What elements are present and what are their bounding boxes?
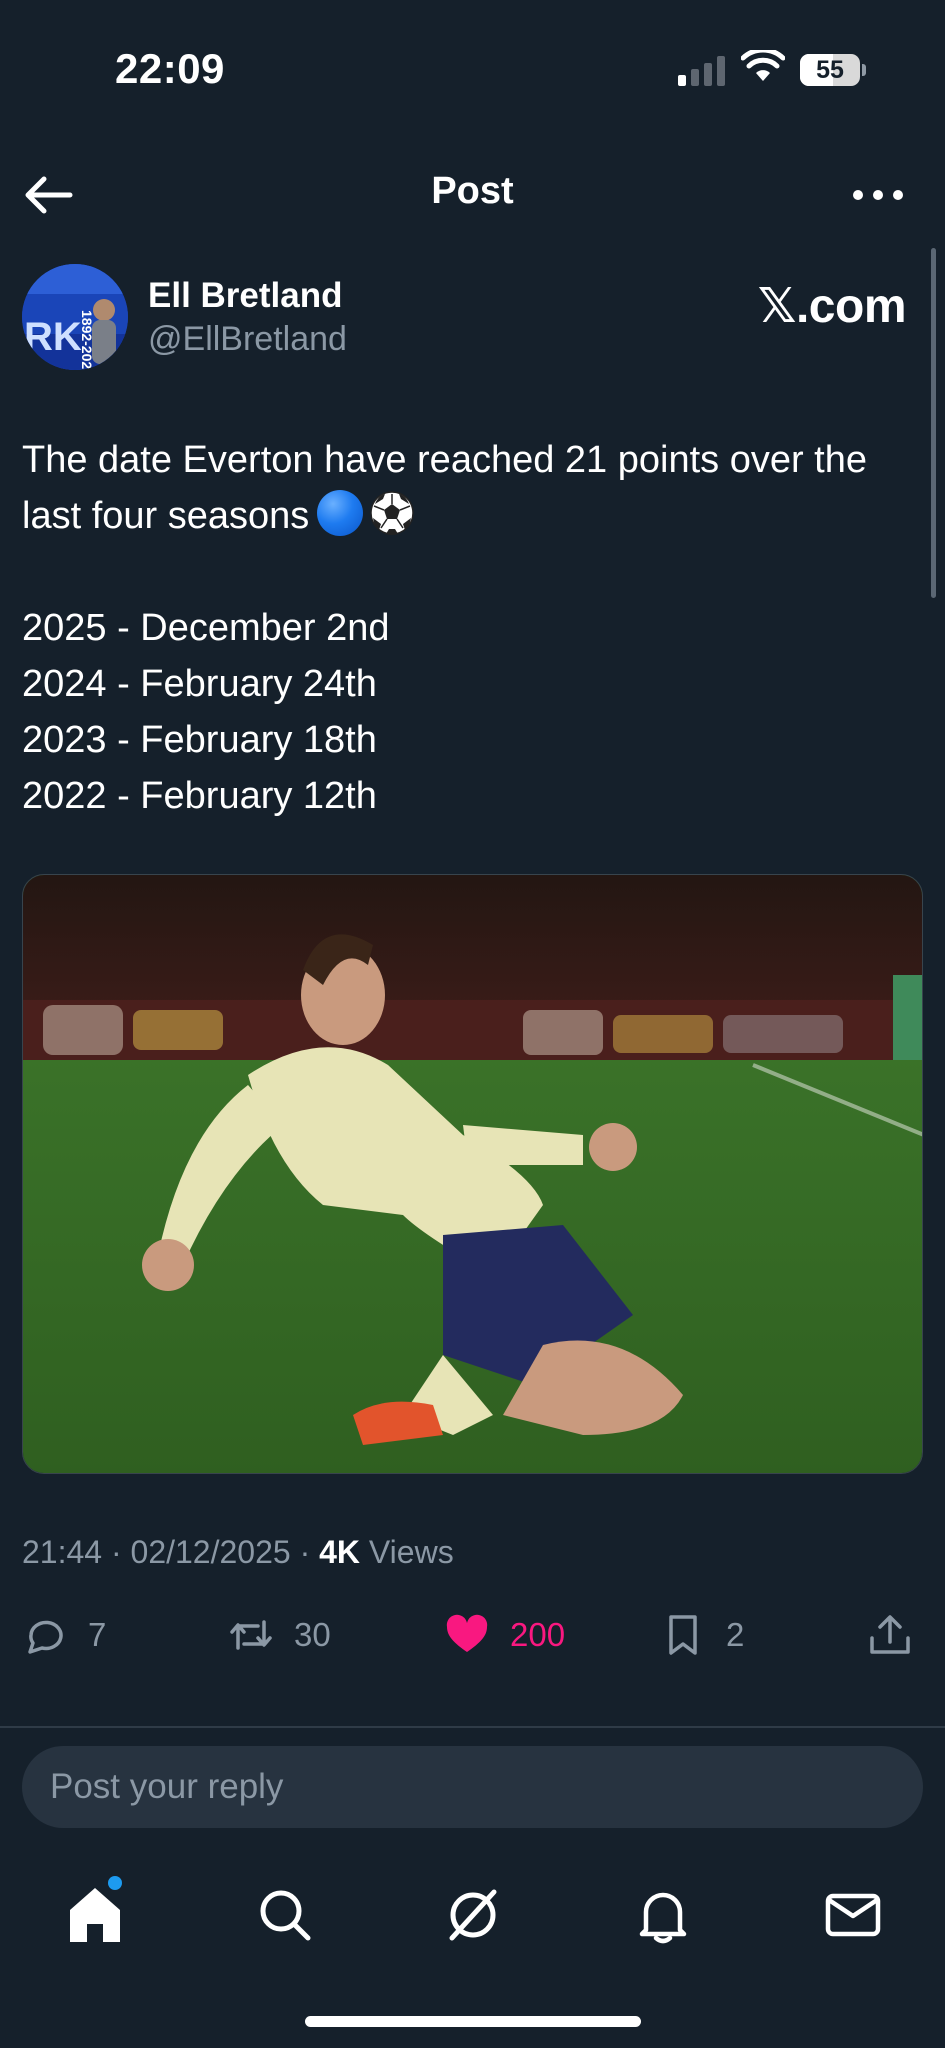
x-watermark: 𝕏.com: [757, 280, 907, 333]
tab-home[interactable]: [60, 1880, 130, 1950]
cellular-signal-icon: [678, 56, 725, 86]
grok-icon: [449, 1889, 497, 1941]
reply-input[interactable]: [50, 1746, 890, 1828]
avatar[interactable]: RK 1892-202: [22, 264, 128, 370]
repost-count: 30: [294, 1616, 331, 1653]
wifi-icon: [741, 50, 785, 81]
post-image[interactable]: [22, 874, 923, 1474]
reply-composer[interactable]: [22, 1746, 923, 1828]
tab-search[interactable]: [250, 1880, 320, 1950]
post-actions: 7 30 200 2: [22, 1605, 923, 1665]
post-list-line: 2023 - February 18th: [22, 719, 377, 761]
post-author: RK 1892-202 Ell Bretland @EllBretland 𝕏.…: [22, 264, 922, 374]
blue-circle-emoji: [317, 490, 364, 536]
divider: [0, 1726, 945, 1728]
soccer-ball-emoji: [370, 491, 415, 535]
post-timestamp: 21:44 · 02/12/2025 · 4K Views: [22, 1534, 454, 1570]
reply-count: 7: [88, 1616, 107, 1653]
post-text-line: last four seasons: [22, 488, 932, 544]
bookmark-icon: [669, 1615, 697, 1655]
tab-grok[interactable]: [438, 1880, 508, 1950]
post-list-line: 2025 - December 2nd: [22, 607, 390, 649]
home-indicator[interactable]: [305, 2016, 641, 2027]
author-handle[interactable]: @EllBretland: [148, 320, 347, 359]
like-count: 200: [510, 1616, 566, 1653]
bookmark-count: 2: [726, 1616, 745, 1653]
views-count: 4K: [319, 1534, 361, 1570]
bookmark-button[interactable]: 2: [660, 1605, 744, 1665]
post-list-line: 2022 - February 12th: [22, 775, 377, 817]
post-text-line: The date Everton have reached 21 points …: [22, 439, 867, 481]
search-icon: [260, 1890, 311, 1941]
repost-icon: [230, 1620, 272, 1650]
reply-bubble-icon: [28, 1620, 63, 1654]
more-options-icon[interactable]: [850, 180, 906, 210]
post-time: 21:44: [22, 1534, 103, 1570]
views-label: Views: [368, 1534, 454, 1570]
notifications-bell-icon: [639, 1892, 687, 1944]
status-time: 22:09: [115, 45, 225, 92]
author-name[interactable]: Ell Bretland: [148, 276, 342, 316]
battery-percent: 55: [816, 56, 844, 84]
bottom-tab-bar: [0, 1870, 945, 1980]
tab-messages[interactable]: [818, 1880, 888, 1950]
svg-text:RK: RK: [24, 315, 82, 359]
post-list-line: 2024 - February 24th: [22, 663, 377, 705]
home-notification-dot: [108, 1876, 122, 1890]
post-text: The date Everton have reached 21 points …: [22, 432, 932, 824]
post-header: Post: [0, 150, 945, 240]
share-button[interactable]: [867, 1605, 913, 1665]
reply-button[interactable]: 7: [22, 1605, 106, 1665]
battery-icon: 55: [800, 54, 866, 86]
messages-envelope-icon: [825, 1893, 881, 1937]
like-button[interactable]: 200: [444, 1605, 565, 1665]
repost-button[interactable]: 30: [228, 1605, 331, 1665]
post-date: 02/12/2025: [130, 1534, 291, 1570]
heart-filled-icon: [446, 1614, 488, 1652]
tab-notifications[interactable]: [628, 1880, 698, 1950]
home-icon: [70, 1888, 120, 1942]
page-title: Post: [431, 170, 514, 212]
status-bar: 22:09 55: [0, 0, 945, 140]
share-upload-icon: [870, 1615, 910, 1654]
